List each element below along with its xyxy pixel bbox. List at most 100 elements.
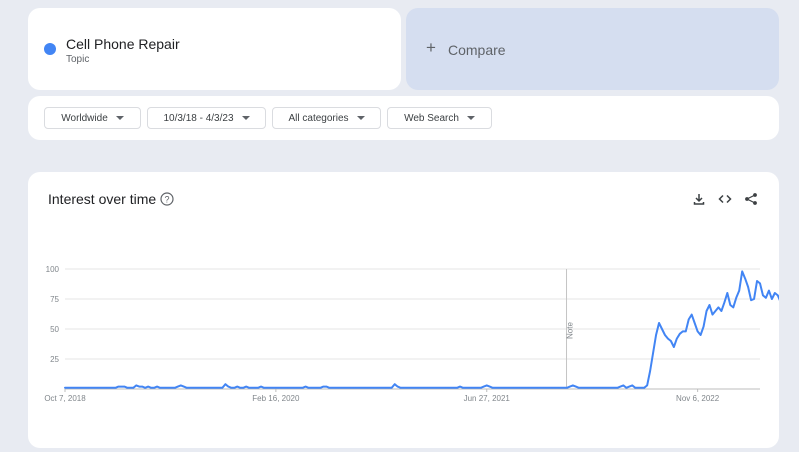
date-range-dropdown[interactable]: 10/3/18 - 4/3/23: [147, 107, 266, 129]
data-point: [771, 298, 773, 300]
data-point: [85, 387, 87, 389]
y-tick-label: 100: [46, 265, 60, 274]
series-line[interactable]: [64, 270, 779, 389]
data-point: [604, 387, 607, 389]
data-point: [539, 387, 541, 389]
data-point: [239, 387, 241, 389]
data-point: [530, 387, 532, 389]
data-point: [747, 286, 749, 288]
data-point: [694, 322, 696, 324]
search-type-dropdown[interactable]: Web Search: [387, 107, 492, 129]
data-point: [103, 387, 105, 389]
term-color-dot: [44, 43, 56, 55]
data-point: [732, 306, 734, 308]
data-point: [667, 338, 669, 340]
data-point: [492, 387, 494, 389]
note-label[interactable]: Note: [566, 322, 575, 339]
data-point: [619, 386, 622, 388]
data-point: [563, 387, 565, 389]
data-point: [290, 387, 292, 389]
data-point: [328, 387, 330, 389]
data-point: [382, 387, 384, 389]
data-point: [358, 387, 360, 389]
data-point: [304, 386, 307, 388]
data-point: [554, 387, 556, 389]
data-point: [132, 387, 134, 389]
data-point: [198, 387, 200, 389]
data-point: [144, 387, 146, 389]
data-point: [266, 387, 268, 389]
data-point: [263, 387, 265, 389]
data-point: [587, 387, 589, 389]
data-point: [447, 387, 449, 389]
data-point: [180, 384, 182, 386]
data-point: [590, 387, 592, 389]
data-point: [150, 387, 152, 389]
data-point: [613, 387, 616, 389]
data-point: [364, 387, 366, 389]
data-point: [688, 318, 690, 320]
data-point: [254, 387, 256, 389]
data-point: [88, 387, 90, 389]
category-label: All categories: [288, 112, 349, 124]
data-point: [575, 386, 577, 388]
category-dropdown[interactable]: All categories: [272, 107, 381, 129]
data-point: [284, 387, 286, 389]
x-tick-label: Feb 16, 2020: [252, 394, 300, 403]
data-point: [337, 387, 339, 389]
data-point: [426, 387, 428, 389]
y-tick-label: 75: [50, 295, 59, 304]
data-point: [661, 328, 663, 330]
data-point: [682, 330, 684, 332]
plus-icon: +: [426, 38, 436, 57]
data-point: [756, 280, 758, 282]
data-point: [738, 290, 740, 292]
data-point: [206, 387, 209, 389]
data-point: [242, 387, 244, 389]
data-point: [260, 386, 262, 388]
data-point: [572, 384, 574, 386]
data-point: [503, 387, 506, 389]
data-point: [708, 304, 711, 306]
data-point: [370, 387, 372, 389]
data-point: [420, 387, 423, 389]
data-point: [607, 387, 610, 389]
data-point: [230, 387, 232, 389]
data-point: [777, 294, 779, 296]
data-point: [456, 387, 458, 389]
data-point: [299, 387, 301, 389]
data-point: [192, 387, 194, 389]
data-point: [400, 387, 402, 389]
data-point: [343, 387, 345, 389]
data-point: [750, 299, 752, 301]
data-point: [408, 387, 411, 389]
data-point: [105, 387, 108, 389]
data-point: [236, 386, 238, 388]
data-point: [486, 384, 488, 386]
data-point: [501, 387, 503, 389]
data-point: [322, 386, 324, 388]
data-point: [438, 387, 440, 389]
data-point: [509, 387, 512, 389]
data-point: [73, 387, 75, 389]
caret-down-icon: [241, 116, 250, 120]
data-point: [548, 387, 550, 389]
region-dropdown[interactable]: Worldwide: [44, 107, 141, 129]
compare-button[interactable]: + Compare: [406, 8, 779, 90]
search-term-card[interactable]: Cell Phone Repair Topic: [28, 8, 401, 90]
data-point: [397, 386, 399, 388]
x-tick-label: Nov 6, 2022: [676, 394, 720, 403]
data-point: [97, 387, 99, 389]
x-axis: Oct 7, 2018 Feb 16, 2020 Jun 27, 2021 Nov 6…: [44, 389, 720, 403]
data-point: [593, 387, 595, 389]
data-point: [518, 387, 521, 389]
data-point: [159, 387, 161, 389]
data-point: [741, 270, 743, 272]
data-point: [673, 346, 675, 348]
data-point: [640, 387, 642, 389]
data-point: [616, 387, 619, 389]
data-point: [652, 352, 654, 354]
search-term-type: Topic: [66, 54, 90, 65]
data-point: [637, 387, 639, 389]
data-point: [655, 334, 657, 336]
